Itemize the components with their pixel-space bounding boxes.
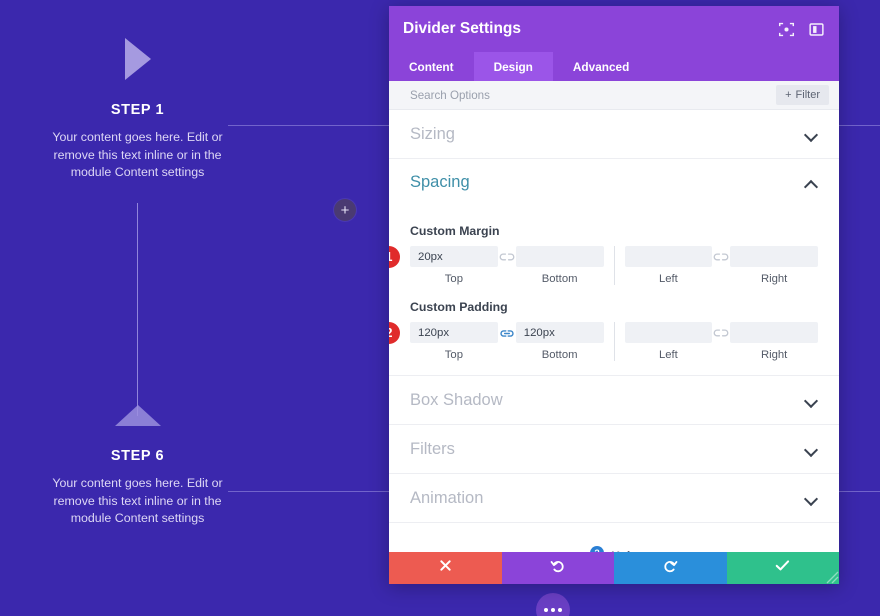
margin-top-input[interactable] xyxy=(410,246,498,267)
margin-left-cell: Left xyxy=(624,246,713,285)
section-sizing[interactable]: Sizing xyxy=(389,110,839,159)
chevron-down-icon xyxy=(805,445,818,453)
dot-icon xyxy=(551,608,555,612)
padding-left-input[interactable] xyxy=(624,322,713,343)
modal-tabs: Content Design Advanced xyxy=(389,52,839,81)
focus-target-icon[interactable] xyxy=(778,21,795,38)
padding-bottom-input[interactable] xyxy=(515,322,604,343)
resize-handle[interactable] xyxy=(825,570,839,584)
modal-body: Sizing Spacing Custom Margin 1 Top xyxy=(389,110,839,552)
add-module-button[interactable]: + xyxy=(334,199,356,221)
tab-advanced[interactable]: Advanced xyxy=(553,52,649,81)
margin-bottom-input[interactable] xyxy=(515,246,604,267)
margin-right-cell: Right xyxy=(730,246,818,285)
margin-bottom-label: Bottom xyxy=(541,273,578,285)
margin-top-bottom-pair: Top Bottom xyxy=(410,246,615,285)
padding-left-cell: Left xyxy=(624,322,713,361)
help-row[interactable]: ? Help xyxy=(389,523,839,552)
margin-left-input[interactable] xyxy=(624,246,713,267)
dot-icon xyxy=(558,608,562,612)
padding-top-label: Top xyxy=(444,349,463,361)
section-title: Sizing xyxy=(410,124,455,143)
padding-top-bottom-pair: Top Bottom xyxy=(410,322,615,361)
custom-margin-label: Custom Margin xyxy=(410,224,500,238)
padding-right-label: Right xyxy=(760,349,788,361)
section-title: Spacing xyxy=(410,173,470,191)
filter-label: Filter xyxy=(795,89,820,101)
x-icon xyxy=(439,559,452,577)
modal-header: Divider Settings xyxy=(389,6,839,52)
plus-icon: + xyxy=(785,89,792,101)
padding-right-input[interactable] xyxy=(730,322,818,343)
margin-left-right-pair: Left Right xyxy=(615,246,818,285)
link-broken-icon[interactable] xyxy=(498,252,516,280)
modal-title: Divider Settings xyxy=(403,20,521,37)
margin-top-label: Top xyxy=(444,273,463,285)
step-title: STEP 1 xyxy=(110,102,165,118)
callout-badge-1: 1 xyxy=(389,246,400,268)
section-title: Animation xyxy=(410,488,484,507)
padding-left-label: Left xyxy=(658,349,678,361)
modal-footer xyxy=(389,552,839,584)
margin-left-label: Left xyxy=(658,273,678,285)
padding-bottom-cell: Bottom xyxy=(515,322,604,361)
margin-top-cell: Top xyxy=(410,246,498,285)
margin-bottom-cell: Bottom xyxy=(515,246,604,285)
vertical-divider xyxy=(137,203,138,416)
section-animation[interactable]: Animation xyxy=(389,474,839,523)
more-options-button[interactable] xyxy=(536,593,570,616)
filter-button[interactable]: + Filter xyxy=(776,85,829,105)
tab-design[interactable]: Design xyxy=(473,52,553,81)
save-button[interactable] xyxy=(726,552,839,584)
link-broken-icon[interactable] xyxy=(712,252,730,280)
step-block-1: STEP 1 Your content goes here. Edit or r… xyxy=(0,38,275,182)
search-input[interactable] xyxy=(410,88,777,102)
padding-left-right-pair: Left Right xyxy=(615,322,818,361)
dot-icon xyxy=(544,608,548,612)
redo-button[interactable] xyxy=(614,552,727,584)
check-icon xyxy=(775,559,790,577)
search-bar: + Filter xyxy=(389,81,839,110)
link-connected-icon[interactable] xyxy=(498,328,516,356)
cancel-button[interactable] xyxy=(389,552,502,584)
margin-right-input[interactable] xyxy=(730,246,818,267)
custom-padding-row: 2 Top Bottom xyxy=(389,322,818,361)
padding-top-input[interactable] xyxy=(410,322,498,343)
undo-arrow-icon xyxy=(550,558,565,578)
step-text: Your content goes here. Edit or remove t… xyxy=(52,130,223,179)
link-broken-icon[interactable] xyxy=(712,328,730,356)
divider-settings-modal: Divider Settings Content Design Advanced xyxy=(389,6,839,584)
padding-top-cell: Top xyxy=(410,322,498,361)
modal-header-icons xyxy=(778,21,825,38)
chevron-up-icon xyxy=(805,179,818,187)
redo-arrow-icon xyxy=(663,558,678,578)
section-title: Box Shadow xyxy=(410,390,503,409)
custom-margin-row: 1 Top Bottom xyxy=(389,246,818,285)
step-text: Your content goes here. Edit or remove t… xyxy=(52,476,223,525)
padding-bottom-label: Bottom xyxy=(541,349,578,361)
step-block-6: STEP 6 Your content goes here. Edit or r… xyxy=(0,405,275,528)
play-triangle-right-icon xyxy=(124,38,151,80)
chevron-down-icon xyxy=(805,396,818,404)
callout-badge-2: 2 xyxy=(389,322,400,344)
custom-padding-label: Custom Padding xyxy=(410,300,508,314)
chevron-down-icon xyxy=(805,494,818,502)
plus-icon: + xyxy=(340,201,350,219)
section-spacing[interactable]: Spacing xyxy=(389,159,839,206)
padding-right-cell: Right xyxy=(730,322,818,361)
tab-content[interactable]: Content xyxy=(389,52,474,81)
spacing-section-body: Custom Margin 1 Top Bottom xyxy=(389,206,839,376)
section-box-shadow[interactable]: Box Shadow xyxy=(389,376,839,425)
margin-right-label: Right xyxy=(760,273,788,285)
section-filters[interactable]: Filters xyxy=(389,425,839,474)
step-title: STEP 6 xyxy=(110,448,165,464)
undo-button[interactable] xyxy=(501,552,614,584)
panel-layout-icon[interactable] xyxy=(808,21,825,38)
section-title: Filters xyxy=(410,439,455,458)
chevron-down-icon xyxy=(805,130,818,138)
